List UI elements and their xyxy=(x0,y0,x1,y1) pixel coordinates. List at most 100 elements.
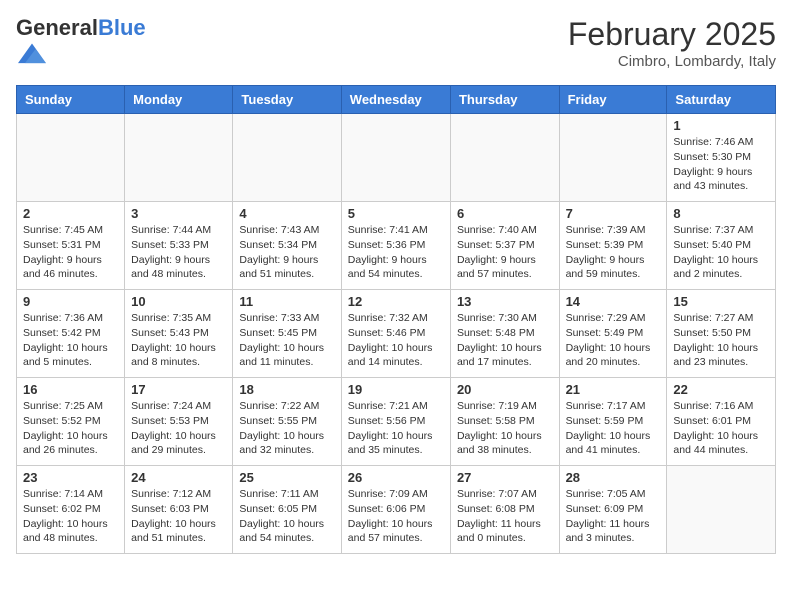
day-info: Sunrise: 7:07 AM Sunset: 6:08 PM Dayligh… xyxy=(457,487,553,546)
title-block: February 2025 Cimbro, Lombardy, Italy xyxy=(568,16,776,70)
calendar-cell: 21 Sunrise: 7:17 AM Sunset: 5:59 PM Dayli… xyxy=(559,378,667,466)
day-info: Sunrise: 7:27 AM Sunset: 5:50 PM Dayligh… xyxy=(673,311,769,370)
day-info: Sunrise: 7:05 AM Sunset: 6:09 PM Dayligh… xyxy=(566,487,661,546)
calendar-cell: 10 Sunrise: 7:35 AM Sunset: 5:43 PM Dayli… xyxy=(125,290,233,378)
calendar-cell: 11 Sunrise: 7:33 AM Sunset: 5:45 PM Dayli… xyxy=(233,290,341,378)
weekday-header-monday: Monday xyxy=(125,86,233,114)
day-info: Sunrise: 7:21 AM Sunset: 5:56 PM Dayligh… xyxy=(348,399,444,458)
day-info: Sunrise: 7:09 AM Sunset: 6:06 PM Dayligh… xyxy=(348,487,444,546)
calendar-cell xyxy=(233,114,341,202)
calendar-cell: 6 Sunrise: 7:40 AM Sunset: 5:37 PM Daylig… xyxy=(450,202,559,290)
calendar-cell xyxy=(341,114,450,202)
calendar-cell: 28 Sunrise: 7:05 AM Sunset: 6:09 PM Dayli… xyxy=(559,466,667,554)
day-info: Sunrise: 7:43 AM Sunset: 5:34 PM Dayligh… xyxy=(239,223,334,282)
calendar-week-5: 23 Sunrise: 7:14 AM Sunset: 6:02 PM Dayli… xyxy=(17,466,776,554)
day-number: 24 xyxy=(131,470,226,485)
day-number: 10 xyxy=(131,294,226,309)
month-year: February 2025 xyxy=(568,16,776,53)
weekday-header-friday: Friday xyxy=(559,86,667,114)
day-info: Sunrise: 7:12 AM Sunset: 6:03 PM Dayligh… xyxy=(131,487,226,546)
calendar-cell: 14 Sunrise: 7:29 AM Sunset: 5:49 PM Dayli… xyxy=(559,290,667,378)
day-number: 13 xyxy=(457,294,553,309)
day-number: 22 xyxy=(673,382,769,397)
day-number: 28 xyxy=(566,470,661,485)
day-number: 17 xyxy=(131,382,226,397)
logo-icon xyxy=(18,40,46,68)
day-number: 3 xyxy=(131,206,226,221)
calendar-cell: 2Sunrise: 7:45 AM Sunset: 5:31 PM Daylig… xyxy=(17,202,125,290)
day-info: Sunrise: 7:36 AM Sunset: 5:42 PM Dayligh… xyxy=(23,311,118,370)
calendar-cell xyxy=(450,114,559,202)
day-number: 14 xyxy=(566,294,661,309)
day-number: 8 xyxy=(673,206,769,221)
day-info: Sunrise: 7:22 AM Sunset: 5:55 PM Dayligh… xyxy=(239,399,334,458)
calendar-cell: 9Sunrise: 7:36 AM Sunset: 5:42 PM Daylig… xyxy=(17,290,125,378)
calendar-cell: 16 Sunrise: 7:25 AM Sunset: 5:52 PM Dayli… xyxy=(17,378,125,466)
calendar-cell: 4 Sunrise: 7:43 AM Sunset: 5:34 PM Daylig… xyxy=(233,202,341,290)
day-number: 6 xyxy=(457,206,553,221)
calendar-week-1: 1 Sunrise: 7:46 AM Sunset: 5:30 PM Daylig… xyxy=(17,114,776,202)
day-number: 16 xyxy=(23,382,118,397)
calendar-cell: 1 Sunrise: 7:46 AM Sunset: 5:30 PM Daylig… xyxy=(667,114,776,202)
calendar-week-4: 16 Sunrise: 7:25 AM Sunset: 5:52 PM Dayli… xyxy=(17,378,776,466)
day-info: Sunrise: 7:37 AM Sunset: 5:40 PM Dayligh… xyxy=(673,223,769,282)
day-info: Sunrise: 7:32 AM Sunset: 5:46 PM Dayligh… xyxy=(348,311,444,370)
day-info: Sunrise: 7:16 AM Sunset: 6:01 PM Dayligh… xyxy=(673,399,769,458)
day-number: 4 xyxy=(239,206,334,221)
day-number: 26 xyxy=(348,470,444,485)
day-number: 27 xyxy=(457,470,553,485)
day-number: 15 xyxy=(673,294,769,309)
calendar-week-2: 2Sunrise: 7:45 AM Sunset: 5:31 PM Daylig… xyxy=(17,202,776,290)
calendar-cell: 15 Sunrise: 7:27 AM Sunset: 5:50 PM Dayli… xyxy=(667,290,776,378)
calendar-cell: 27 Sunrise: 7:07 AM Sunset: 6:08 PM Dayli… xyxy=(450,466,559,554)
page-header: GeneralBlue February 2025 Cimbro, Lombar… xyxy=(16,16,776,73)
calendar-cell: 5Sunrise: 7:41 AM Sunset: 5:36 PM Daylig… xyxy=(341,202,450,290)
weekday-header-tuesday: Tuesday xyxy=(233,86,341,114)
day-number: 11 xyxy=(239,294,334,309)
day-info: Sunrise: 7:33 AM Sunset: 5:45 PM Dayligh… xyxy=(239,311,334,370)
calendar-cell xyxy=(17,114,125,202)
day-number: 7 xyxy=(566,206,661,221)
calendar-cell: 25 Sunrise: 7:11 AM Sunset: 6:05 PM Dayli… xyxy=(233,466,341,554)
calendar-cell: 20Sunrise: 7:19 AM Sunset: 5:58 PM Dayli… xyxy=(450,378,559,466)
calendar-cell xyxy=(667,466,776,554)
weekday-header-thursday: Thursday xyxy=(450,86,559,114)
day-info: Sunrise: 7:29 AM Sunset: 5:49 PM Dayligh… xyxy=(566,311,661,370)
calendar-cell: 18 Sunrise: 7:22 AM Sunset: 5:55 PM Dayli… xyxy=(233,378,341,466)
day-info: Sunrise: 7:39 AM Sunset: 5:39 PM Dayligh… xyxy=(566,223,661,282)
weekday-header-wednesday: Wednesday xyxy=(341,86,450,114)
calendar-cell: 12Sunrise: 7:32 AM Sunset: 5:46 PM Dayli… xyxy=(341,290,450,378)
weekday-header-sunday: Sunday xyxy=(17,86,125,114)
day-info: Sunrise: 7:35 AM Sunset: 5:43 PM Dayligh… xyxy=(131,311,226,370)
day-info: Sunrise: 7:30 AM Sunset: 5:48 PM Dayligh… xyxy=(457,311,553,370)
day-info: Sunrise: 7:14 AM Sunset: 6:02 PM Dayligh… xyxy=(23,487,118,546)
day-number: 21 xyxy=(566,382,661,397)
day-info: Sunrise: 7:24 AM Sunset: 5:53 PM Dayligh… xyxy=(131,399,226,458)
day-number: 19 xyxy=(348,382,444,397)
calendar-week-3: 9Sunrise: 7:36 AM Sunset: 5:42 PM Daylig… xyxy=(17,290,776,378)
day-info: Sunrise: 7:11 AM Sunset: 6:05 PM Dayligh… xyxy=(239,487,334,546)
calendar-cell: 24 Sunrise: 7:12 AM Sunset: 6:03 PM Dayli… xyxy=(125,466,233,554)
calendar-cell xyxy=(559,114,667,202)
day-number: 2 xyxy=(23,206,118,221)
logo: GeneralBlue xyxy=(16,16,146,73)
calendar-cell xyxy=(125,114,233,202)
calendar-cell: 23 Sunrise: 7:14 AM Sunset: 6:02 PM Dayli… xyxy=(17,466,125,554)
day-info: Sunrise: 7:19 AM Sunset: 5:58 PM Dayligh… xyxy=(457,399,553,458)
day-number: 23 xyxy=(23,470,118,485)
calendar-cell: 3Sunrise: 7:44 AM Sunset: 5:33 PM Daylig… xyxy=(125,202,233,290)
day-number: 18 xyxy=(239,382,334,397)
day-number: 5 xyxy=(348,206,444,221)
day-info: Sunrise: 7:40 AM Sunset: 5:37 PM Dayligh… xyxy=(457,223,553,282)
day-number: 1 xyxy=(673,118,769,133)
logo-general: General xyxy=(16,15,98,40)
calendar-cell: 13 Sunrise: 7:30 AM Sunset: 5:48 PM Dayli… xyxy=(450,290,559,378)
calendar-cell: 22 Sunrise: 7:16 AM Sunset: 6:01 PM Dayli… xyxy=(667,378,776,466)
day-number: 25 xyxy=(239,470,334,485)
calendar-cell: 26 Sunrise: 7:09 AM Sunset: 6:06 PM Dayli… xyxy=(341,466,450,554)
day-info: Sunrise: 7:17 AM Sunset: 5:59 PM Dayligh… xyxy=(566,399,661,458)
calendar-cell: 17 Sunrise: 7:24 AM Sunset: 5:53 PM Dayli… xyxy=(125,378,233,466)
day-info: Sunrise: 7:25 AM Sunset: 5:52 PM Dayligh… xyxy=(23,399,118,458)
day-info: Sunrise: 7:46 AM Sunset: 5:30 PM Dayligh… xyxy=(673,135,769,194)
calendar-cell: 7 Sunrise: 7:39 AM Sunset: 5:39 PM Daylig… xyxy=(559,202,667,290)
